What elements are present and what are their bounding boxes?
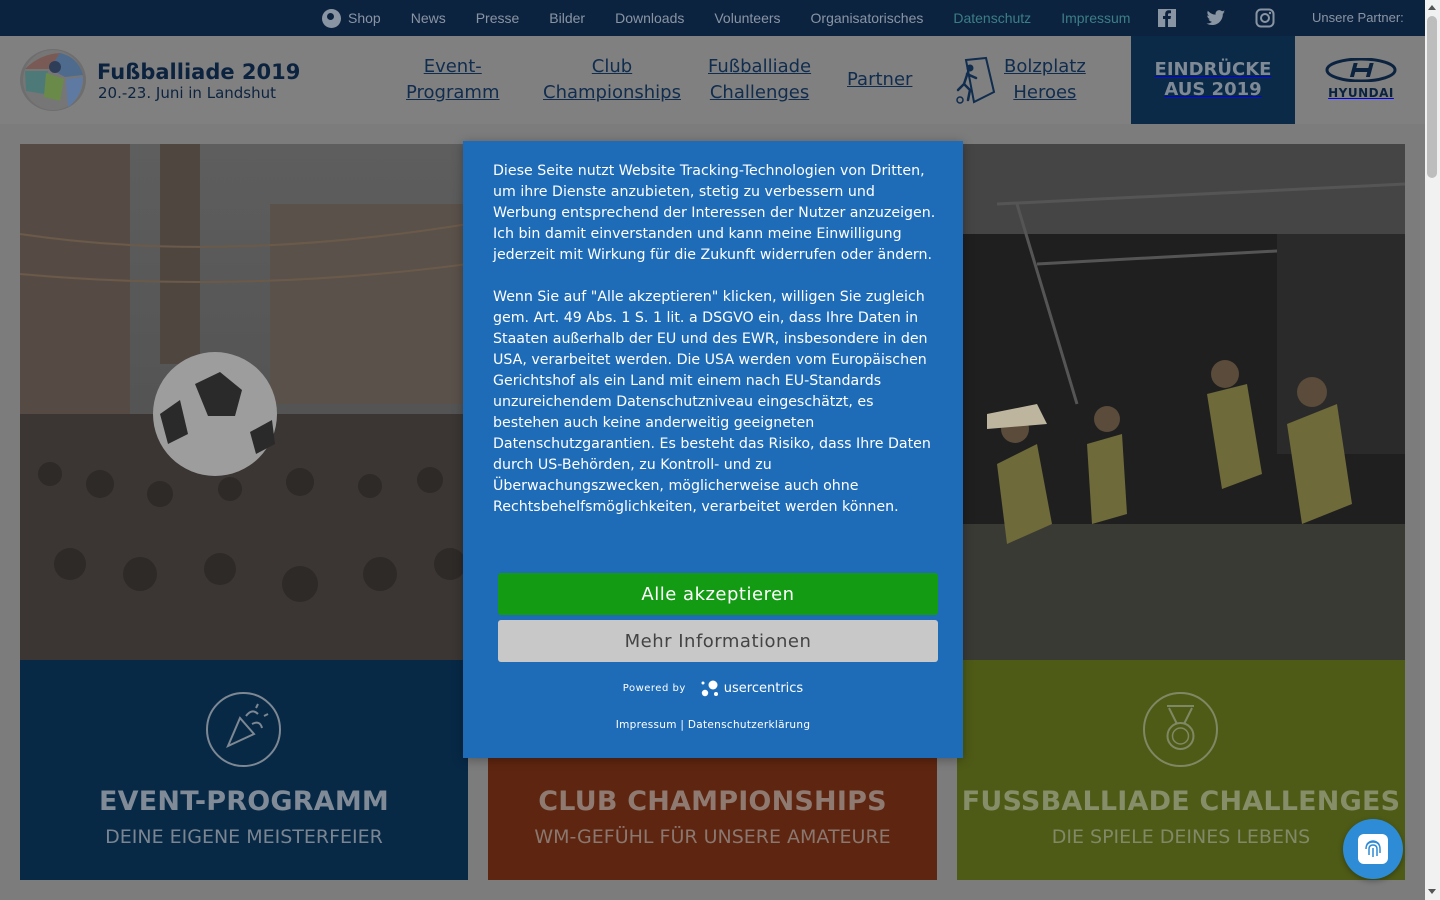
shop-icon <box>322 8 341 28</box>
consent-legal-links: Impressum | Datenschutzerklärung <box>463 719 963 731</box>
logo-title: Fußballiade 2019 <box>97 60 301 84</box>
instagram-icon[interactable] <box>1255 8 1275 28</box>
powered-by-usercentrics: Powered by usercentrics <box>463 677 963 699</box>
top-nav-shop[interactable]: Shop <box>322 8 381 28</box>
facebook-icon[interactable] <box>1157 8 1177 28</box>
card-subtitle: DIE SPIELE DEINES LEBENS <box>1051 826 1311 848</box>
card-title: FUSSBALLIADE CHALLENGES <box>961 786 1401 817</box>
powered-by-label: Powered by <box>622 682 686 694</box>
top-nav-presse[interactable]: Presse <box>476 10 520 26</box>
party-popper-icon <box>206 692 281 767</box>
logo-subtitle: 20.-23. Juni in Landshut <box>98 84 276 102</box>
nav-fussballiade-challenges[interactable]: Fußballiade Challenges <box>708 54 811 106</box>
consent-paragraph-1: Diese Seite nutzt Website Tracking-Techn… <box>493 163 936 263</box>
main-header: Fußballiade 2019 20.-23. Juni in Landshu… <box>0 36 1425 124</box>
twitter-icon[interactable] <box>1206 8 1226 28</box>
top-nav-bilder[interactable]: Bilder <box>549 10 585 26</box>
stage-celebration-photo <box>957 144 1405 660</box>
nav-partner[interactable]: Partner <box>847 67 912 93</box>
scroll-down-arrow-icon[interactable] <box>1428 889 1436 894</box>
card-title: CLUB CHAMPIONSHIPS <box>538 786 887 817</box>
partner-label: Unsere Partner: <box>1312 10 1404 25</box>
top-nav-impressum[interactable]: Impressum <box>1061 10 1130 26</box>
top-bar: Shop News Presse Bilder Downloads Volunt… <box>0 0 1425 36</box>
top-nav-volunteers[interactable]: Volunteers <box>714 10 780 26</box>
top-nav-organisatorisches[interactable]: Organisatorisches <box>811 10 924 26</box>
social-links <box>1157 8 1304 28</box>
hyundai-sponsor-link[interactable]: HYUNDAI <box>1318 58 1404 104</box>
bolzplatz-player-icon <box>954 56 996 106</box>
fussballiade-logo-icon <box>20 49 86 111</box>
top-nav: Shop News Presse Bilder Downloads Volunt… <box>322 0 1160 36</box>
consent-paragraph-2: Wenn Sie auf "Alle akzeptieren" klicken,… <box>493 289 931 515</box>
landshut-crowd-photo <box>20 144 468 660</box>
eindruecke-2019-button[interactable]: EINDRÜCKE AUS 2019 <box>1131 36 1295 124</box>
imprint-link[interactable]: Impressum <box>616 719 677 731</box>
top-nav-downloads[interactable]: Downloads <box>615 10 684 26</box>
privacy-policy-link[interactable]: Datenschutzerklärung <box>688 719 810 731</box>
hyundai-wordmark: HYUNDAI <box>1328 86 1394 100</box>
hyundai-logo-icon <box>1325 58 1397 82</box>
card-fussballiade-challenges[interactable]: FUSSBALLIADE CHALLENGES DIE SPIELE DEINE… <box>957 660 1405 880</box>
legal-separator: | <box>680 719 685 731</box>
cookie-consent-dialog: Diese Seite nutzt Website Tracking-Techn… <box>463 141 963 758</box>
scroll-up-arrow-icon[interactable] <box>1428 5 1436 10</box>
card-title: EVENT-PROGRAMM <box>99 786 389 817</box>
fingerprint-icon <box>1358 834 1388 864</box>
usercentrics-logo-icon: usercentrics <box>700 677 803 699</box>
card-subtitle: WM-GEFÜHL FÜR UNSERE AMATEURE <box>534 826 891 848</box>
nav-bolzplatz-heroes[interactable]: Bolzplatz Heroes <box>1004 54 1086 106</box>
accept-all-button[interactable]: Alle akzeptieren <box>498 573 938 615</box>
top-nav-datenschutz[interactable]: Datenschutz <box>953 10 1031 26</box>
more-information-button[interactable]: Mehr Informationen <box>498 620 938 662</box>
card-subtitle: DEINE EIGENE MEISTERFEIER <box>105 826 383 848</box>
privacy-settings-button[interactable] <box>1343 819 1403 879</box>
scroll-thumb[interactable] <box>1427 16 1437 178</box>
nav-event-programm[interactable]: Event- Programm <box>406 54 499 106</box>
page-scrollbar[interactable] <box>1425 0 1440 900</box>
medal-icon <box>1143 692 1218 767</box>
top-nav-news[interactable]: News <box>411 10 446 26</box>
nav-club-championships[interactable]: Club Championships <box>543 54 681 106</box>
consent-text: Diese Seite nutzt Website Tracking-Techn… <box>493 161 938 539</box>
card-event-programm[interactable]: EVENT-PROGRAMM DEINE EIGENE MEISTERFEIER <box>20 660 468 880</box>
